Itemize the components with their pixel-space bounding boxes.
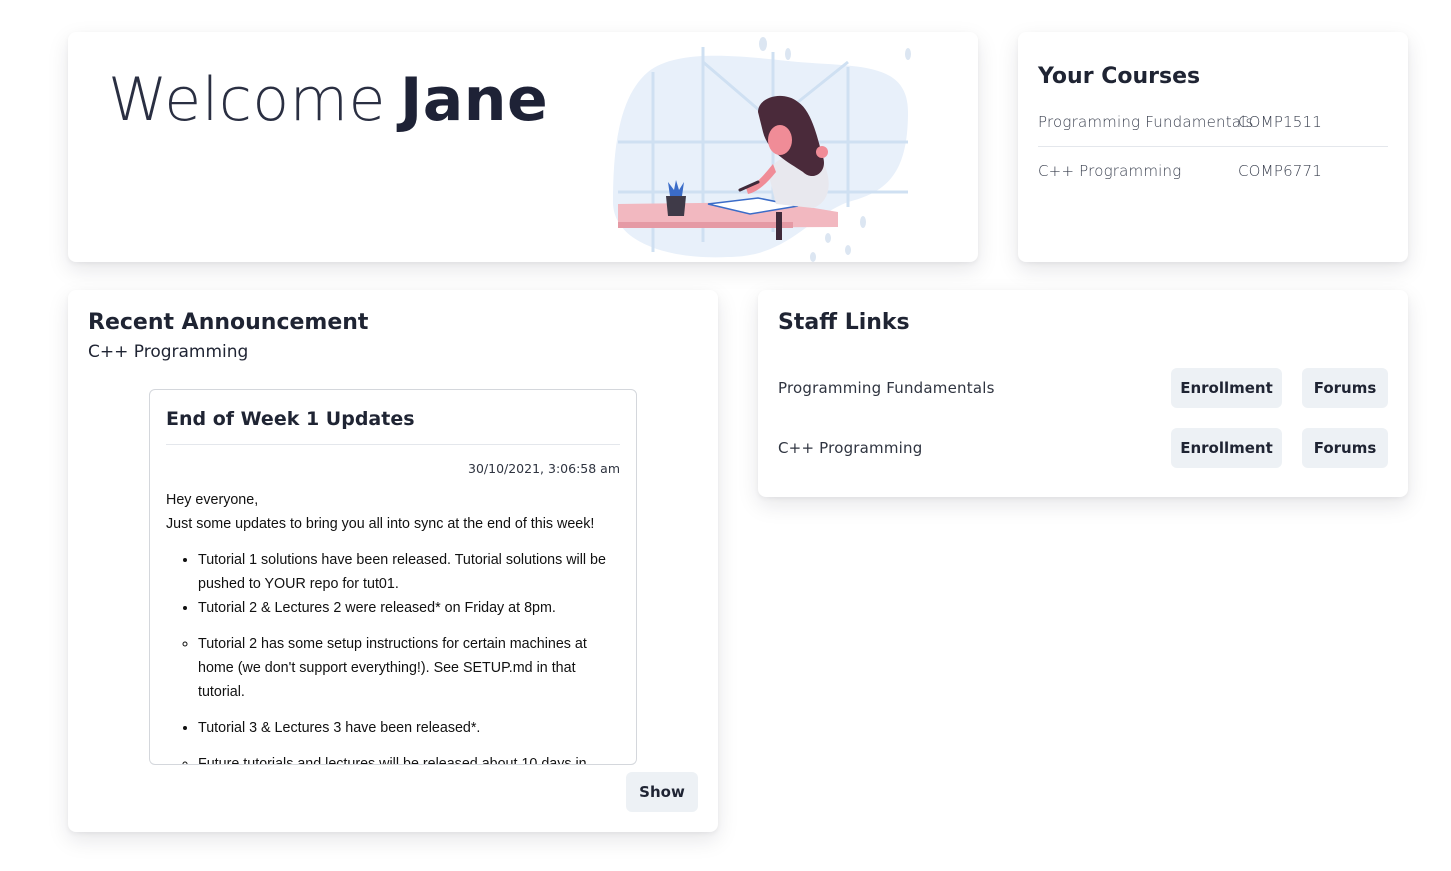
post-date: 30/10/2021, 3:06:58 am xyxy=(468,461,620,476)
list-item: Tutorial 2 has some setup instructions f… xyxy=(198,632,620,704)
enrollment-button[interactable]: Enrollment xyxy=(1171,368,1282,408)
staff-link-row: C++ Programming Enrollment Forums xyxy=(778,428,1388,468)
forums-button[interactable]: Forums xyxy=(1302,368,1388,408)
post-body: Hey everyone, Just some updates to bring… xyxy=(166,488,620,764)
post-title: End of Week 1 Updates xyxy=(166,404,620,445)
user-name: Jane xyxy=(399,65,549,135)
announcement-card: Recent Announcement C++ Programming End … xyxy=(68,290,718,832)
list-item: Tutorial 2 & Lectures 2 were released* o… xyxy=(198,596,620,620)
course-code: COMP1511 xyxy=(1238,113,1323,131)
announcement-course: C++ Programming xyxy=(88,342,249,362)
welcome-card: Welcome Jane xyxy=(68,32,978,262)
staff-links-card: Staff Links Programming Fundamentals Enr… xyxy=(758,290,1408,497)
show-button[interactable]: Show xyxy=(626,772,698,812)
enrollment-button[interactable]: Enrollment xyxy=(1171,428,1282,468)
course-row[interactable]: C++ Programming COMP6771 xyxy=(1038,147,1388,195)
post-greeting: Hey everyone, xyxy=(166,492,259,508)
staff-course-name: C++ Programming xyxy=(778,439,923,457)
staff-link-row: Programming Fundamentals Enrollment Foru… xyxy=(778,368,1388,408)
course-name[interactable]: C++ Programming xyxy=(1038,162,1238,180)
welcome-heading: Welcome Jane xyxy=(108,64,548,136)
list-item: Future tutorials and lectures will be re… xyxy=(198,752,620,764)
staff-links-title: Staff Links xyxy=(778,310,910,335)
study-illustration xyxy=(613,37,911,262)
course-name[interactable]: Programming Fundamentals xyxy=(1038,113,1253,131)
forums-button[interactable]: Forums xyxy=(1302,428,1388,468)
announcement-post: End of Week 1 Updates 30/10/2021, 3:06:5… xyxy=(149,389,637,765)
course-code: COMP6771 xyxy=(1238,162,1323,180)
post-list: Tutorial 1 solutions have been released.… xyxy=(166,548,620,764)
course-row[interactable]: Programming Fundamentals COMP1511 xyxy=(1038,98,1388,147)
courses-title: Your Courses xyxy=(1038,64,1201,89)
post-intro: Just some updates to bring you all into … xyxy=(166,516,595,532)
courses-card: Your Courses Programming Fundamentals CO… xyxy=(1018,32,1408,262)
list-item: Tutorial 1 solutions have been released.… xyxy=(198,548,620,596)
announcement-title: Recent Announcement xyxy=(88,310,369,335)
welcome-word: Welcome xyxy=(108,65,386,135)
staff-course-name: Programming Fundamentals xyxy=(778,379,995,397)
list-item: Tutorial 3 & Lectures 3 have been releas… xyxy=(198,716,620,740)
